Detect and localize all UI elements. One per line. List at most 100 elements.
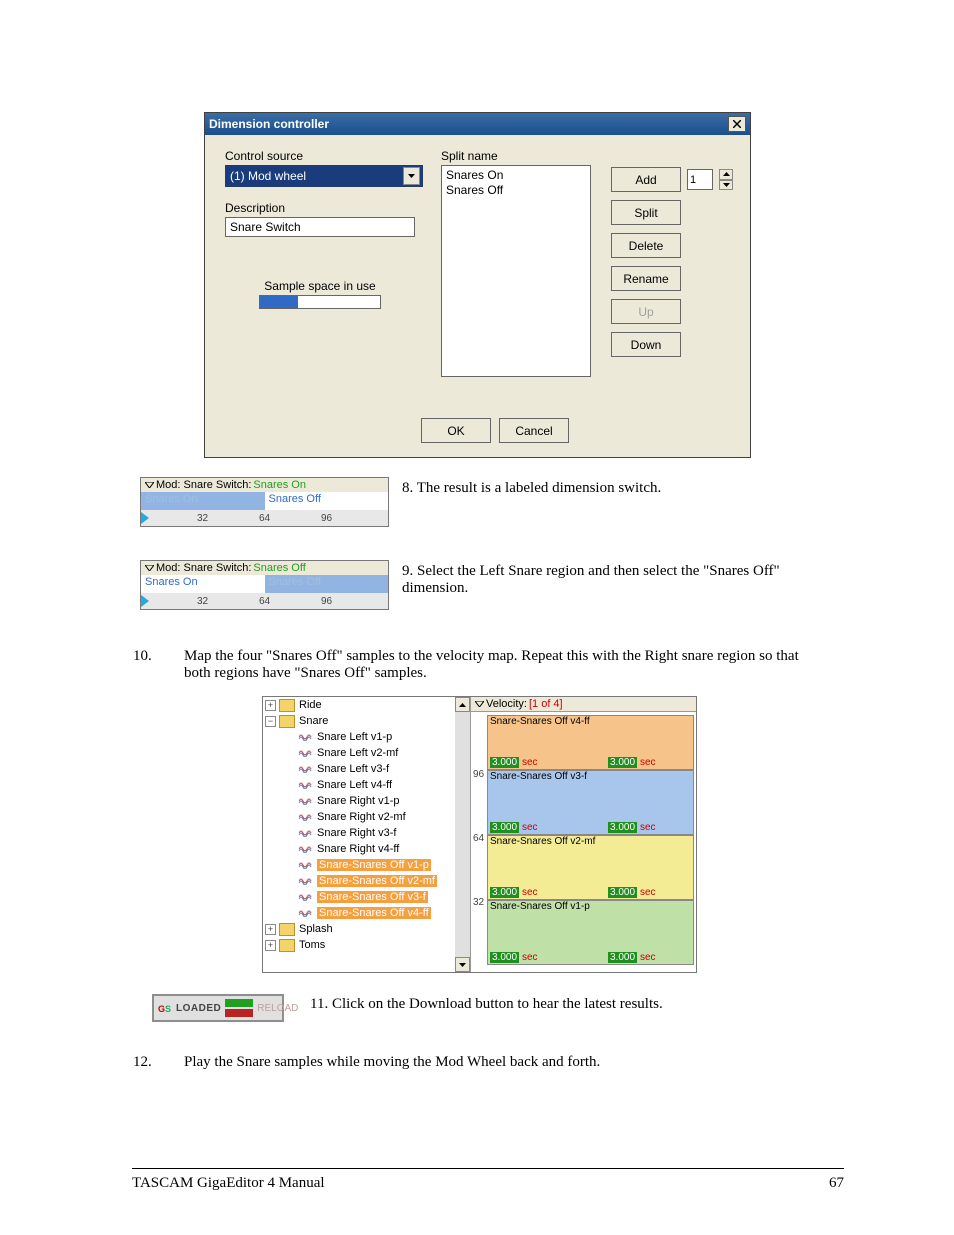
wave-icon xyxy=(299,892,313,902)
velocity-band[interactable]: Snare-Snares Off v3-f3.000sec3.000sec xyxy=(487,770,694,835)
close-button[interactable] xyxy=(728,116,746,132)
tree-sample-item-selected[interactable]: Snare-Snares Off v3-f xyxy=(263,889,455,905)
tree-expand-icon[interactable]: + xyxy=(265,700,276,711)
tree-expand-icon[interactable]: + xyxy=(265,940,276,951)
page-footer: TASCAM GigaEditor 4 Manual 67 xyxy=(132,1168,844,1192)
dropdown-arrow-icon xyxy=(403,167,420,185)
spin-up-icon[interactable] xyxy=(719,169,733,180)
loaded-label: LOADED xyxy=(176,1003,221,1014)
add-count-input[interactable] xyxy=(687,169,713,190)
ok-button[interactable]: OK xyxy=(421,418,491,443)
spin-buttons[interactable] xyxy=(719,169,733,190)
folder-icon xyxy=(279,939,295,952)
tree-sample-item[interactable]: Snare Right v2-mf xyxy=(263,809,455,825)
scroll-down-icon[interactable] xyxy=(455,957,470,972)
delete-button[interactable]: Delete xyxy=(611,233,681,258)
tree-sample-item-selected[interactable]: Snare-Snares Off v2-mf xyxy=(263,873,455,889)
mod-switch-box-on: Mod: Snare Switch: Snares On Snares On S… xyxy=(140,477,389,527)
split-name-list[interactable]: Snares On Snares Off xyxy=(441,165,591,377)
spin-down-icon[interactable] xyxy=(719,180,733,191)
dimension-controller-dialog: Dimension controller Control source (1) … xyxy=(204,112,751,458)
mod-active: Snares Off xyxy=(253,562,305,574)
velocity-band[interactable]: Snare-Snares Off v1-p3.000sec3.000sec xyxy=(487,900,694,965)
svg-text:S: S xyxy=(165,1004,171,1014)
description-label: Description xyxy=(225,201,423,215)
tree-sample-item-selected[interactable]: Snare-Snares Off v1-p xyxy=(263,857,455,873)
sample-space-progress xyxy=(259,295,381,309)
control-source-dropdown[interactable]: (1) Mod wheel xyxy=(225,165,423,187)
sec-chip: 3.000 xyxy=(490,822,519,833)
snares-off-region[interactable]: Snares Off xyxy=(265,492,389,510)
step12-text: Play the Snare samples while moving the … xyxy=(184,1054,824,1071)
step10-text: Map the four "Snares Off" samples to the… xyxy=(184,648,824,682)
control-source-value: (1) Mod wheel xyxy=(230,169,306,183)
loaded-widget: GS LOADED RELOAD xyxy=(152,994,284,1022)
tree-sample-item-selected[interactable]: Snare-Snares Off v4-ff xyxy=(263,905,455,921)
sample-browser-panel: +Ride −Snare Snare Left v1-pSnare Left v… xyxy=(262,696,697,973)
folder-icon xyxy=(279,699,295,712)
dialog-title: Dimension controller xyxy=(209,117,329,131)
tree-collapse-icon[interactable]: − xyxy=(265,716,276,727)
gs-icon: GS xyxy=(158,1001,172,1015)
wave-icon xyxy=(299,908,313,918)
tree-sample-item[interactable]: Snare Right v3-f xyxy=(263,825,455,841)
control-source-label: Control source xyxy=(225,149,423,163)
tree-sample-item[interactable]: Snare Left v3-f xyxy=(263,761,455,777)
split-item[interactable]: Snares On xyxy=(446,168,586,183)
wave-icon xyxy=(299,796,313,806)
wave-icon xyxy=(299,844,313,854)
loaded-bar-red xyxy=(225,1009,253,1017)
playhead-icon[interactable] xyxy=(141,595,149,607)
loaded-bar-green xyxy=(225,999,253,1007)
sec-chip: 3.000 xyxy=(608,887,637,898)
sec-chip: 3.000 xyxy=(608,757,637,768)
triangle-down-icon xyxy=(145,565,154,571)
mod-switch-box-off: Mod: Snare Switch: Snares Off Snares On … xyxy=(140,560,389,610)
svg-text:G: G xyxy=(158,1004,165,1014)
wave-icon xyxy=(299,828,313,838)
footer-right: 67 xyxy=(829,1175,844,1192)
tree-sample-item[interactable]: Snare Left v1-p xyxy=(263,729,455,745)
split-item[interactable]: Snares Off xyxy=(446,183,586,198)
folder-icon xyxy=(279,923,295,936)
dialog-titlebar: Dimension controller xyxy=(205,113,750,135)
wave-icon xyxy=(299,780,313,790)
tree-sample-item[interactable]: Snare Right v1-p xyxy=(263,793,455,809)
sample-tree[interactable]: +Ride −Snare Snare Left v1-pSnare Left v… xyxy=(263,697,471,972)
velocity-label: Velocity: xyxy=(486,698,527,710)
add-button[interactable]: Add xyxy=(611,167,681,192)
playhead-icon[interactable] xyxy=(141,512,149,524)
split-button[interactable]: Split xyxy=(611,200,681,225)
sec-chip: 3.000 xyxy=(608,952,637,963)
wave-icon xyxy=(299,860,313,870)
sec-chip: 3.000 xyxy=(490,887,519,898)
rename-button[interactable]: Rename xyxy=(611,266,681,291)
tree-sample-item[interactable]: Snare Left v2-mf xyxy=(263,745,455,761)
tree-sample-item[interactable]: Snare Left v4-ff xyxy=(263,777,455,793)
cancel-button[interactable]: Cancel xyxy=(499,418,569,443)
step8-text: 8. The result is a labeled dimension swi… xyxy=(402,480,822,497)
wave-icon xyxy=(299,748,313,758)
wave-icon xyxy=(299,732,313,742)
sec-chip: 3.000 xyxy=(608,822,637,833)
mod-label: Mod: Snare Switch: xyxy=(156,479,251,491)
wave-icon xyxy=(299,812,313,822)
description-input[interactable] xyxy=(225,217,415,237)
up-button[interactable]: Up xyxy=(611,299,681,324)
sec-chip: 3.000 xyxy=(490,757,519,768)
step12-num: 12. xyxy=(133,1054,152,1071)
step11-text: 11. Click on the Download button to hear… xyxy=(310,996,810,1013)
scroll-up-icon[interactable] xyxy=(455,697,470,712)
snares-on-region[interactable]: Snares On xyxy=(141,492,265,510)
snares-on-region[interactable]: Snares On xyxy=(141,575,265,593)
down-button[interactable]: Down xyxy=(611,332,681,357)
tree-expand-icon[interactable]: + xyxy=(265,924,276,935)
velocity-band[interactable]: Snare-Snares Off v4-ff3.000sec3.000sec xyxy=(487,715,694,770)
tree-sample-item[interactable]: Snare Right v4-ff xyxy=(263,841,455,857)
reload-label[interactable]: RELOAD xyxy=(257,1003,298,1014)
snares-off-region[interactable]: Snares Off xyxy=(265,575,389,593)
velocity-band[interactable]: Snare-Snares Off v2-mf3.000sec3.000sec xyxy=(487,835,694,900)
triangle-down-icon xyxy=(475,698,484,710)
sec-chip: 3.000 xyxy=(490,952,519,963)
velocity-panel: Velocity: [1 of 4] 96 64 32 Snare-Snares… xyxy=(471,697,696,972)
